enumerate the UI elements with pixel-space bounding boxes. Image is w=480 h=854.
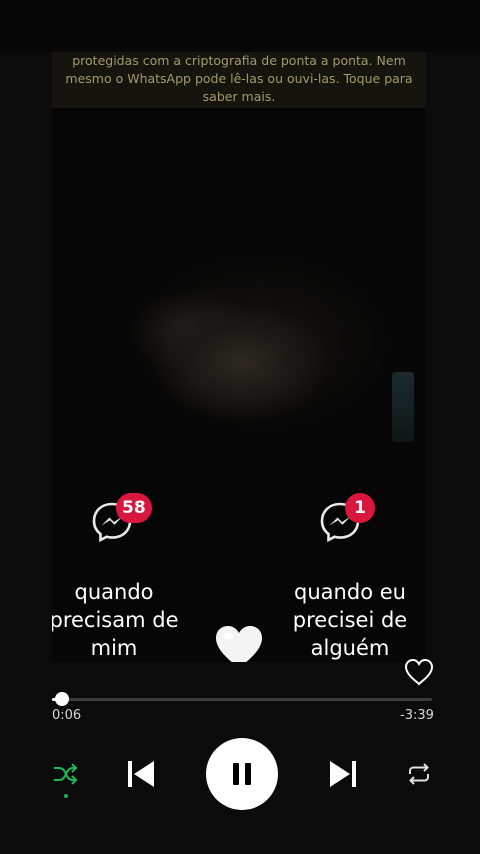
progress-bar[interactable] [52, 692, 432, 706]
notice-line-3: saber mais. [202, 89, 276, 104]
meme-panel: 58 quando precisam de mim 1 quando eu pr… [52, 462, 426, 662]
like-heart-icon[interactable] [404, 658, 434, 686]
caption-right: quando eu precisei de alguém [292, 580, 408, 660]
photo-highlight [392, 372, 414, 442]
pause-icon [233, 763, 251, 785]
notice-line-2: mesmo o WhatsApp pode lê-las ou ouvi-las… [65, 71, 413, 86]
next-track-icon[interactable] [328, 758, 358, 790]
unread-badge-right: 1 [345, 493, 375, 523]
notice-line-1: protegidas com a criptografia de ponta a… [72, 53, 406, 68]
encryption-notice[interactable]: protegidas com a criptografia de ponta a… [52, 52, 426, 108]
previous-track-icon[interactable] [126, 758, 156, 790]
background-photo [52, 112, 426, 462]
shuffle-icon[interactable] [52, 762, 78, 786]
progress-handle[interactable] [55, 692, 70, 706]
caption-left: quando precisam de mim [52, 580, 179, 660]
status-bar-area [0, 0, 480, 52]
repeat-icon[interactable] [406, 762, 432, 786]
pause-button[interactable] [206, 738, 278, 810]
white-heart-icon [216, 626, 262, 662]
unread-badge-left: 58 [116, 493, 152, 523]
shuffle-active-dot [64, 794, 68, 798]
elapsed-time: 0:06 [52, 708, 82, 723]
video-canvas: protegidas com a criptografia de ponta a… [52, 52, 426, 662]
remaining-time: -3:39 [400, 708, 434, 723]
